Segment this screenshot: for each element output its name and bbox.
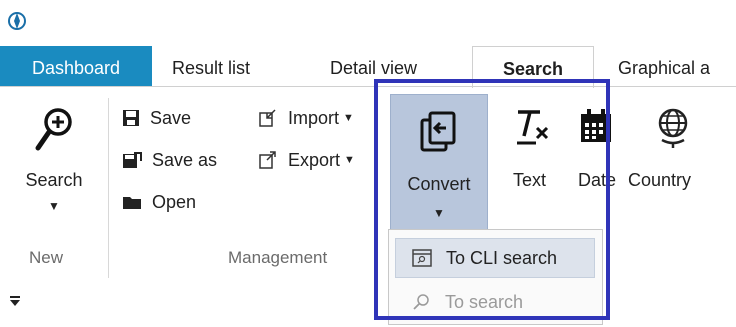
- save-as-button[interactable]: Save as: [122, 145, 217, 175]
- import-icon: [259, 109, 276, 127]
- management-column-2: Import ▼ Export ▼: [258, 103, 355, 175]
- tab-graphical[interactable]: Graphical a: [618, 46, 710, 86]
- tab-dashboard[interactable]: Dashboard: [0, 46, 152, 86]
- magnifier-plus-icon: [33, 106, 75, 159]
- management-column-1: Save Save as Open: [122, 103, 217, 217]
- export-button[interactable]: Export ▼: [258, 145, 355, 175]
- dropdown-arrow-icon: ▼: [48, 199, 60, 213]
- save-icon: [123, 110, 139, 126]
- open-label: Open: [152, 191, 197, 212]
- save-label: Save: [150, 107, 192, 128]
- save-as-icon: [123, 152, 142, 168]
- tab-result-list[interactable]: Result list: [172, 46, 250, 86]
- group-label-new: New: [29, 248, 64, 267]
- save-as-label: Save as: [152, 149, 218, 170]
- export-dropdown-arrow-icon: ▼: [344, 154, 355, 166]
- country-label: Country: [628, 170, 692, 190]
- export-icon: [259, 151, 276, 169]
- import-label: Import: [288, 107, 340, 128]
- country-filter-button[interactable]: Country: [628, 100, 728, 210]
- group-separator: [108, 98, 109, 278]
- group-label-management: Management: [228, 248, 328, 267]
- app-logo-icon: [6, 10, 28, 32]
- new-search-button[interactable]: Search ▼: [12, 100, 96, 235]
- export-label: Export: [288, 149, 341, 170]
- import-button[interactable]: Import ▼: [258, 103, 355, 133]
- quick-access-customize-icon[interactable]: [8, 294, 22, 312]
- highlight-annotation-frame: [374, 79, 610, 320]
- open-button[interactable]: Open: [122, 187, 217, 217]
- globe-icon: [654, 106, 692, 155]
- import-dropdown-arrow-icon: ▼: [343, 112, 354, 124]
- folder-icon: [123, 197, 141, 209]
- search-button-label: Search: [25, 170, 83, 190]
- ribbon-tab-strip: Dashboard Result list Detail view Search…: [0, 46, 736, 88]
- save-button[interactable]: Save: [122, 103, 217, 133]
- ribbon-divider: [0, 86, 736, 87]
